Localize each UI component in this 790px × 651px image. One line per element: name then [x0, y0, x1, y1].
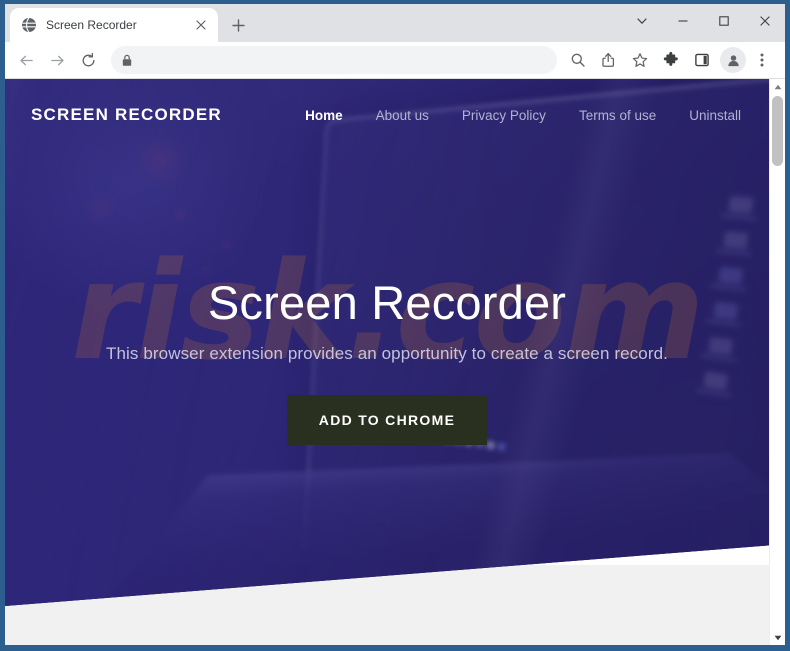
site-header: SCREEN RECORDER Home About us Privacy Po… [5, 79, 769, 151]
scrollbar-thumb[interactable] [772, 96, 783, 166]
tab-search-button[interactable] [621, 4, 662, 38]
zoom-button[interactable] [563, 45, 593, 75]
person-avatar-icon [727, 54, 739, 66]
side-panel-icon [695, 53, 709, 67]
lock-icon [122, 54, 132, 66]
nav-link-terms-of-use[interactable]: Terms of use [579, 108, 656, 123]
nav-link-home[interactable]: Home [305, 108, 343, 123]
profile-button[interactable] [720, 47, 746, 73]
back-arrow-icon [19, 55, 33, 65]
hero-subtitle: This browser extension provides an oppor… [106, 343, 668, 363]
page-scrollbar[interactable] [769, 79, 785, 645]
minimize-button[interactable] [662, 4, 703, 38]
window-controls [621, 4, 785, 38]
share-button[interactable] [594, 45, 624, 75]
globe-icon [22, 17, 36, 33]
close-window-button[interactable] [744, 4, 785, 38]
scroll-up-arrow-icon [774, 84, 781, 89]
maximize-button[interactable] [703, 4, 744, 38]
nav-link-about-us[interactable]: About us [376, 108, 429, 123]
web-page: risk.com SCREEN RECORDER Home About us P… [5, 79, 769, 645]
close-icon [759, 16, 770, 26]
browser-tab[interactable]: Screen Recorder [10, 8, 218, 42]
chevron-down-icon [636, 18, 647, 24]
three-dot-menu-icon [760, 53, 764, 67]
nav-link-privacy-policy[interactable]: Privacy Policy [462, 108, 546, 123]
forward-button[interactable] [42, 45, 72, 75]
site-navigation: Home About us Privacy Policy Terms of us… [305, 108, 751, 123]
scrollbar-down-button[interactable] [770, 630, 785, 645]
browser-toolbar [5, 42, 785, 79]
address-bar[interactable] [111, 46, 557, 74]
forward-arrow-icon [50, 55, 64, 65]
hero-title: Screen Recorder [207, 276, 567, 329]
side-panel-button[interactable] [687, 45, 717, 75]
hero-content: Screen Recorder This browser extension p… [5, 277, 769, 445]
share-icon [602, 52, 615, 67]
minimize-icon [678, 20, 687, 22]
chrome-menu-button[interactable] [747, 45, 777, 75]
tab-strip: Screen Recorder [5, 4, 785, 42]
scroll-down-arrow-icon [774, 635, 781, 640]
reload-button[interactable] [73, 45, 103, 75]
browser-window: Screen Recorder risk.com SCREEN RECORDER… [0, 0, 790, 651]
site-logo[interactable]: SCREEN RECORDER [31, 105, 222, 125]
plus-icon [231, 18, 245, 32]
tab-title: Screen Recorder [46, 18, 137, 32]
reload-icon [82, 52, 94, 66]
scrollbar-up-button[interactable] [770, 79, 785, 94]
extensions-button[interactable] [656, 45, 686, 75]
add-to-chrome-button[interactable]: ADD TO CHROME [286, 394, 488, 445]
nav-link-uninstall[interactable]: Uninstall [689, 108, 741, 123]
bookmark-button[interactable] [625, 45, 655, 75]
search-zoom-icon [571, 53, 585, 67]
puzzle-piece-icon [663, 52, 678, 66]
page-viewport: risk.com SCREEN RECORDER Home About us P… [5, 79, 785, 645]
star-icon [632, 53, 648, 67]
back-button[interactable] [11, 45, 41, 75]
new-tab-button[interactable] [224, 11, 252, 39]
tab-close-button[interactable] [192, 16, 210, 34]
close-icon [196, 20, 206, 30]
maximize-icon [718, 16, 729, 26]
